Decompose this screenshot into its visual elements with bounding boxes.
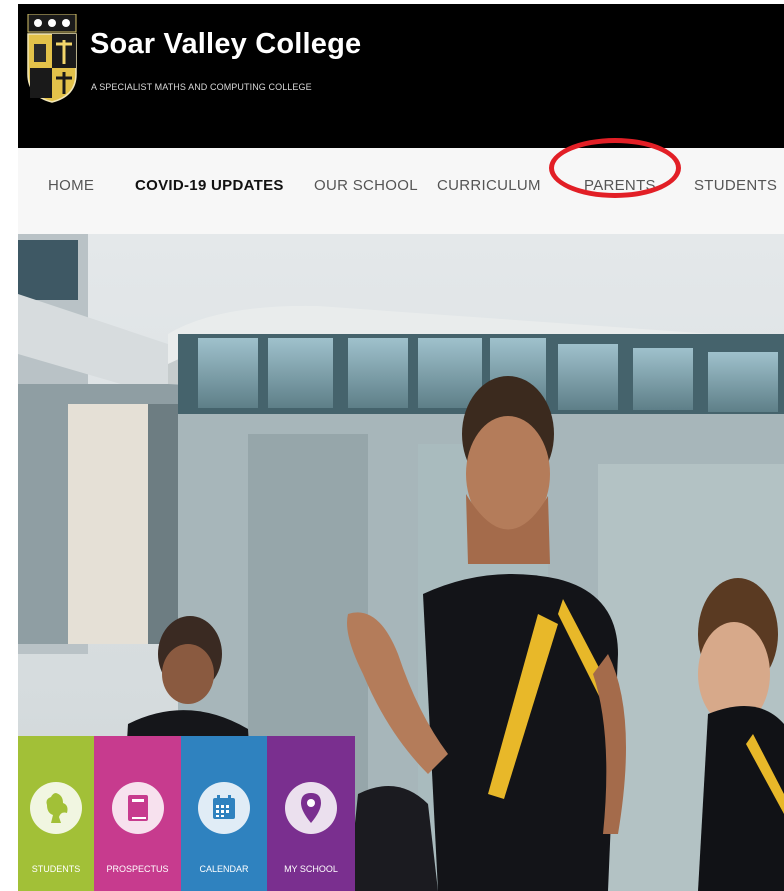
book-icon [111, 782, 164, 834]
quick-link-my-school[interactable]: MY SCHOOL [267, 736, 355, 891]
quick-link-students[interactable]: STUDENTS [18, 736, 94, 891]
main-navigation: HOME COVID-19 UPDATES OUR SCHOOL CURRICU… [18, 148, 784, 234]
nav-item-curriculum[interactable]: CURRICULUM [437, 177, 541, 194]
nav-item-students[interactable]: STUDENTS [694, 177, 777, 194]
page-left-margin [0, 0, 18, 891]
nav-item-home[interactable]: HOME [48, 177, 94, 194]
college-crest-logo[interactable] [26, 14, 78, 104]
site-tagline: A SPECIALIST MATHS AND COMPUTING COLLEGE [91, 82, 312, 92]
site-title[interactable]: Soar Valley College [90, 28, 361, 61]
nav-item-parents[interactable]: PARENTS [584, 177, 656, 194]
quick-link-label: CALENDAR [199, 864, 249, 874]
quick-link-label: STUDENTS [31, 864, 81, 874]
calendar-icon [198, 782, 250, 834]
quick-link-prospectus[interactable]: PROSPECTUS [94, 736, 181, 891]
lion-icon [30, 782, 82, 834]
quick-link-calendar[interactable]: CALENDAR [181, 736, 267, 891]
quick-link-label: PROSPECTUS [106, 864, 169, 874]
quick-links: STUDENTS PROSPECTUS CALENDAR MY SCHOOL [18, 736, 355, 891]
map-pin-icon [285, 782, 337, 834]
nav-item-our-school[interactable]: OUR SCHOOL [314, 177, 418, 194]
nav-item-covid-19-updates[interactable]: COVID-19 UPDATES [135, 177, 284, 194]
quick-link-label: MY SCHOOL [284, 864, 338, 874]
site-header: Soar Valley College A SPECIALIST MATHS A… [18, 4, 784, 148]
